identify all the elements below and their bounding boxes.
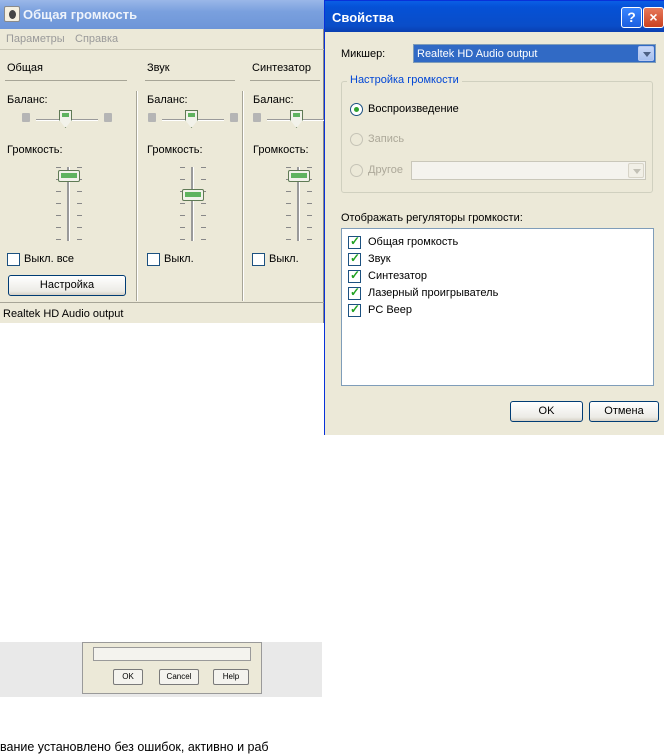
volume-label: Громкость: (147, 144, 203, 156)
slider-thumb[interactable] (288, 170, 310, 182)
status-device: Realtek HD Audio output (3, 308, 124, 320)
properties-dialog: Свойства ? × Микшер: Realtek HD Audio ou… (324, 0, 664, 435)
balance-label: Баланс: (7, 94, 48, 106)
control-checkbox-pcbeep[interactable] (348, 302, 361, 317)
volume-label: Громкость: (253, 144, 309, 156)
volume-slider-synth[interactable] (284, 167, 314, 245)
speaker-right-icon (104, 113, 112, 122)
speaker-icon[interactable] (4, 6, 20, 22)
control-label: Звук (368, 253, 391, 265)
mixer-select[interactable]: Realtek HD Audio output (413, 44, 656, 63)
volume-control-window: Общая громкость Параметры Справка Общая … (0, 0, 343, 323)
mixer-value: Realtek HD Audio output (417, 48, 538, 60)
background-cancel-button: Cancel (159, 669, 199, 685)
balance-thumb[interactable] (59, 110, 72, 128)
control-checkbox-synth[interactable] (348, 268, 361, 283)
properties-titlebar[interactable]: Свойства ? × (325, 1, 664, 32)
controls-list-label: Отображать регуляторы громкости: (341, 212, 523, 224)
cancel-button[interactable]: Отмена (589, 401, 659, 422)
balance-slider-sound[interactable] (148, 108, 238, 128)
balance-thumb[interactable] (185, 110, 198, 128)
radio-playback[interactable] (350, 103, 363, 116)
column-title-sound: Звук (147, 62, 170, 74)
radio-playback-label[interactable]: Воспроизведение (368, 103, 459, 115)
settings-button[interactable]: Настройка (8, 275, 126, 296)
volume-settings-title: Настройка громкости (347, 74, 462, 86)
speaker-left-icon (253, 113, 261, 122)
mute-all-label: Выкл. все (24, 253, 75, 265)
control-checkbox-cd[interactable] (348, 285, 361, 300)
radio-other (350, 164, 363, 177)
controls-listbox[interactable]: Общая громкость Звук Синтезатор Лазерный… (341, 228, 654, 386)
column-underline (250, 80, 320, 81)
control-checkbox-sound[interactable] (348, 251, 361, 266)
menu-parameters[interactable]: Параметры (6, 33, 65, 45)
volume-statusbar: Realtek HD Audio output (0, 302, 324, 323)
volume-slider-sound[interactable] (178, 167, 208, 245)
control-label: PC Beep (368, 304, 413, 316)
column-divider (136, 91, 138, 301)
column-title-master: Общая (7, 62, 43, 74)
other-device-select (411, 161, 646, 180)
speaker-left-icon (148, 113, 156, 122)
chevron-down-icon[interactable] (638, 46, 654, 61)
balance-slider-master[interactable] (22, 108, 112, 128)
balance-thumb[interactable] (290, 110, 303, 128)
radio-other-label: Другое (368, 164, 403, 176)
column-title-synth: Синтезатор (252, 62, 312, 74)
close-icon[interactable]: × (643, 7, 664, 28)
speaker-right-icon (230, 113, 238, 122)
radio-recording (350, 133, 363, 146)
balance-label: Баланс: (147, 94, 188, 106)
volume-label: Громкость: (7, 144, 63, 156)
background-dialog-field (93, 647, 251, 661)
control-label: Лазерный проигрыватель (368, 287, 499, 299)
mute-all-checkbox[interactable] (7, 253, 20, 266)
radio-recording-label: Запись (368, 133, 405, 145)
mixer-label: Микшер: (341, 48, 386, 60)
volume-titlebar[interactable]: Общая громкость (0, 0, 324, 29)
chevron-down-icon (628, 163, 644, 178)
properties-title: Свойства (332, 10, 394, 25)
volume-slider-master[interactable] (54, 167, 84, 245)
column-underline (5, 80, 127, 81)
ok-button[interactable]: OK (510, 401, 583, 422)
mute-sound-checkbox[interactable] (147, 253, 160, 266)
speaker-left-icon (22, 113, 30, 122)
menu-separator (0, 49, 324, 50)
mute-synth-label: Выкл. (269, 253, 299, 265)
volume-window-title: Общая громкость (23, 7, 138, 22)
slider-thumb[interactable] (182, 189, 204, 201)
slider-track (191, 167, 194, 241)
control-label: Общая громкость (368, 236, 459, 248)
slider-thumb[interactable] (58, 170, 80, 182)
background-help-button: Help (213, 669, 249, 685)
control-label: Синтезатор (368, 270, 428, 282)
help-icon[interactable]: ? (621, 7, 642, 28)
background-dialog: OK Cancel Help (82, 642, 262, 694)
background-text: вание установлено без ошибок, активно и … (0, 740, 269, 754)
column-underline (145, 80, 235, 81)
mute-sound-label: Выкл. (164, 253, 194, 265)
column-divider (242, 91, 244, 301)
mute-synth-checkbox[interactable] (252, 253, 265, 266)
background-ok-button: OK (113, 669, 143, 685)
menu-help[interactable]: Справка (75, 33, 118, 45)
balance-label: Баланс: (253, 94, 294, 106)
volume-menubar: Параметры Справка (0, 29, 324, 49)
control-checkbox-master[interactable] (348, 234, 361, 249)
